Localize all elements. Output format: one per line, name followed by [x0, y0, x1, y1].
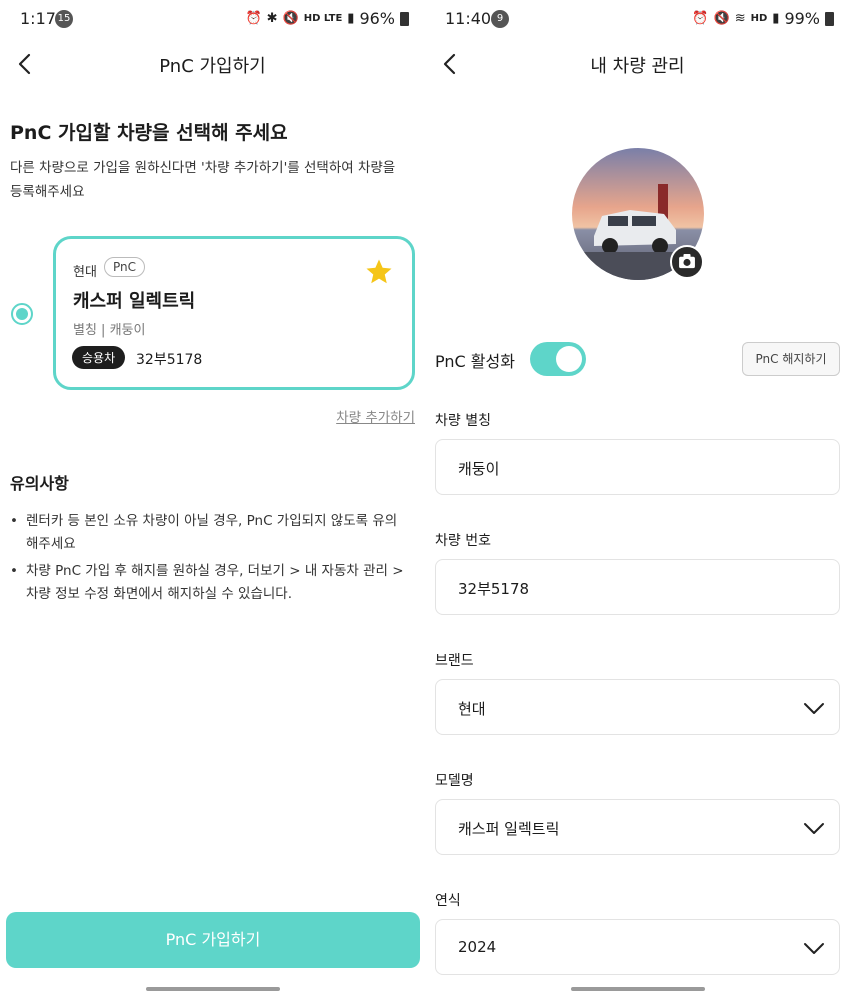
alarm-icon: ⏰ [245, 11, 262, 26]
mute-icon: 🔇 [282, 11, 299, 26]
notice-title: 유의사항 [10, 474, 69, 493]
brand-value: 현대 [458, 700, 486, 718]
nickname-value: 캐둥이 [458, 460, 500, 478]
network-label: HD LTE [303, 13, 343, 24]
vehicle-plate: 32부5178 [136, 352, 203, 368]
section-heading: PnC 가입할 차량을 선택해 주세요 [10, 122, 288, 144]
mute-icon: 🔇 [713, 11, 730, 26]
vehicle-model: 캐스퍼 일렉트릭 [73, 291, 196, 312]
brand-label: 브랜드 [435, 653, 474, 669]
model-value: 캐스퍼 일렉트릭 [458, 820, 560, 838]
vehicle-card[interactable]: 현대 PnC 캐스퍼 일렉트릭 별칭 | 캐둥이 승용차 32부5178 [53, 236, 415, 390]
status-bar: 1:17 15 ⏰ ✱ 🔇 HD LTE ▮ 96% [0, 0, 425, 38]
page-title: PnC 가입하기 [159, 56, 266, 77]
battery-percent: 99% [784, 9, 820, 28]
network-label: HD [750, 13, 768, 24]
signal-icon: ▮ [347, 11, 355, 26]
notice-item: 렌터카 등 본인 소유 차량이 아닐 경우, PnC 가입되지 않도록 유의해주… [10, 510, 405, 556]
chevron-down-icon [804, 823, 824, 834]
notification-count-badge: 15 [55, 10, 73, 28]
status-time: 11:40 [445, 9, 492, 28]
app-bar: 내 차량 관리 [425, 44, 850, 84]
year-value: 2024 [458, 938, 497, 956]
vehicle-type-badge: 승용차 [72, 346, 126, 369]
alarm-icon: ⏰ [692, 11, 709, 26]
wifi-icon: ≋ [734, 11, 746, 26]
home-indicator [570, 987, 705, 991]
vehicle-brand: 현대 [73, 265, 97, 280]
year-label: 연식 [435, 893, 461, 909]
add-vehicle-link[interactable]: 차량 추가하기 [336, 406, 415, 426]
plate-field[interactable]: 32부5178 [435, 559, 840, 615]
notice-item: 차량 PnC 가입 후 해지를 원하실 경우, 더보기 > 내 자동차 관리 >… [10, 560, 405, 606]
pnc-tag: PnC [104, 257, 146, 277]
plate-label: 차량 번호 [435, 533, 491, 549]
model-select[interactable]: 캐스퍼 일렉트릭 [435, 799, 840, 855]
home-indicator [145, 987, 280, 991]
battery-percent: 96% [359, 9, 395, 28]
model-label: 모델명 [435, 773, 474, 789]
vehicle-radio-button[interactable] [11, 303, 33, 325]
camera-icon[interactable] [670, 245, 704, 279]
nickname-field[interactable]: 캐둥이 [435, 439, 840, 495]
pnc-cancel-button[interactable]: PnC 해지하기 [742, 342, 840, 376]
favorite-star-icon[interactable] [364, 257, 394, 287]
vehicle-nickname: 별칭 | 캐둥이 [73, 323, 146, 338]
page-title: 내 차량 관리 [590, 56, 685, 77]
pnc-signup-button[interactable]: PnC 가입하기 [6, 912, 420, 968]
brand-select[interactable]: 현대 [435, 679, 840, 735]
nickname-label: 차량 별칭 [435, 413, 491, 429]
my-vehicle-screen: 11:40 9 ⏰ 🔇 ≋ HD ▮ 99% 내 차량 관리 PnC 활성화 P… [425, 0, 850, 998]
status-icons: ⏰ 🔇 ≋ HD ▮ 99% [692, 9, 834, 28]
chevron-down-icon [804, 943, 824, 954]
notification-count-badge: 9 [491, 10, 509, 28]
pnc-signup-screen: 1:17 15 ⏰ ✱ 🔇 HD LTE ▮ 96% PnC 가입하기 PnC … [0, 0, 425, 998]
status-time: 1:17 [20, 9, 56, 28]
section-description: 다른 차량으로 가입을 원하신다면 '차량 추가하기'를 선택하여 차량을 등록… [10, 160, 396, 200]
status-bar: 11:40 9 ⏰ 🔇 ≋ HD ▮ 99% [425, 0, 850, 38]
notice-list: 렌터카 등 본인 소유 차량이 아닐 경우, PnC 가입되지 않도록 유의해주… [10, 510, 405, 610]
status-icons: ⏰ ✱ 🔇 HD LTE ▮ 96% [245, 9, 409, 28]
year-select[interactable]: 2024 [435, 919, 840, 975]
chevron-down-icon [804, 703, 824, 714]
battery-icon [400, 11, 409, 26]
battery-icon [825, 11, 834, 26]
pnc-activation-toggle[interactable] [530, 342, 586, 376]
plate-value: 32부5178 [458, 580, 530, 598]
signal-icon: ▮ [772, 11, 780, 26]
app-bar: PnC 가입하기 [0, 44, 425, 84]
bluetooth-icon: ✱ [266, 11, 278, 26]
pnc-toggle-label: PnC 활성화 [435, 352, 515, 371]
